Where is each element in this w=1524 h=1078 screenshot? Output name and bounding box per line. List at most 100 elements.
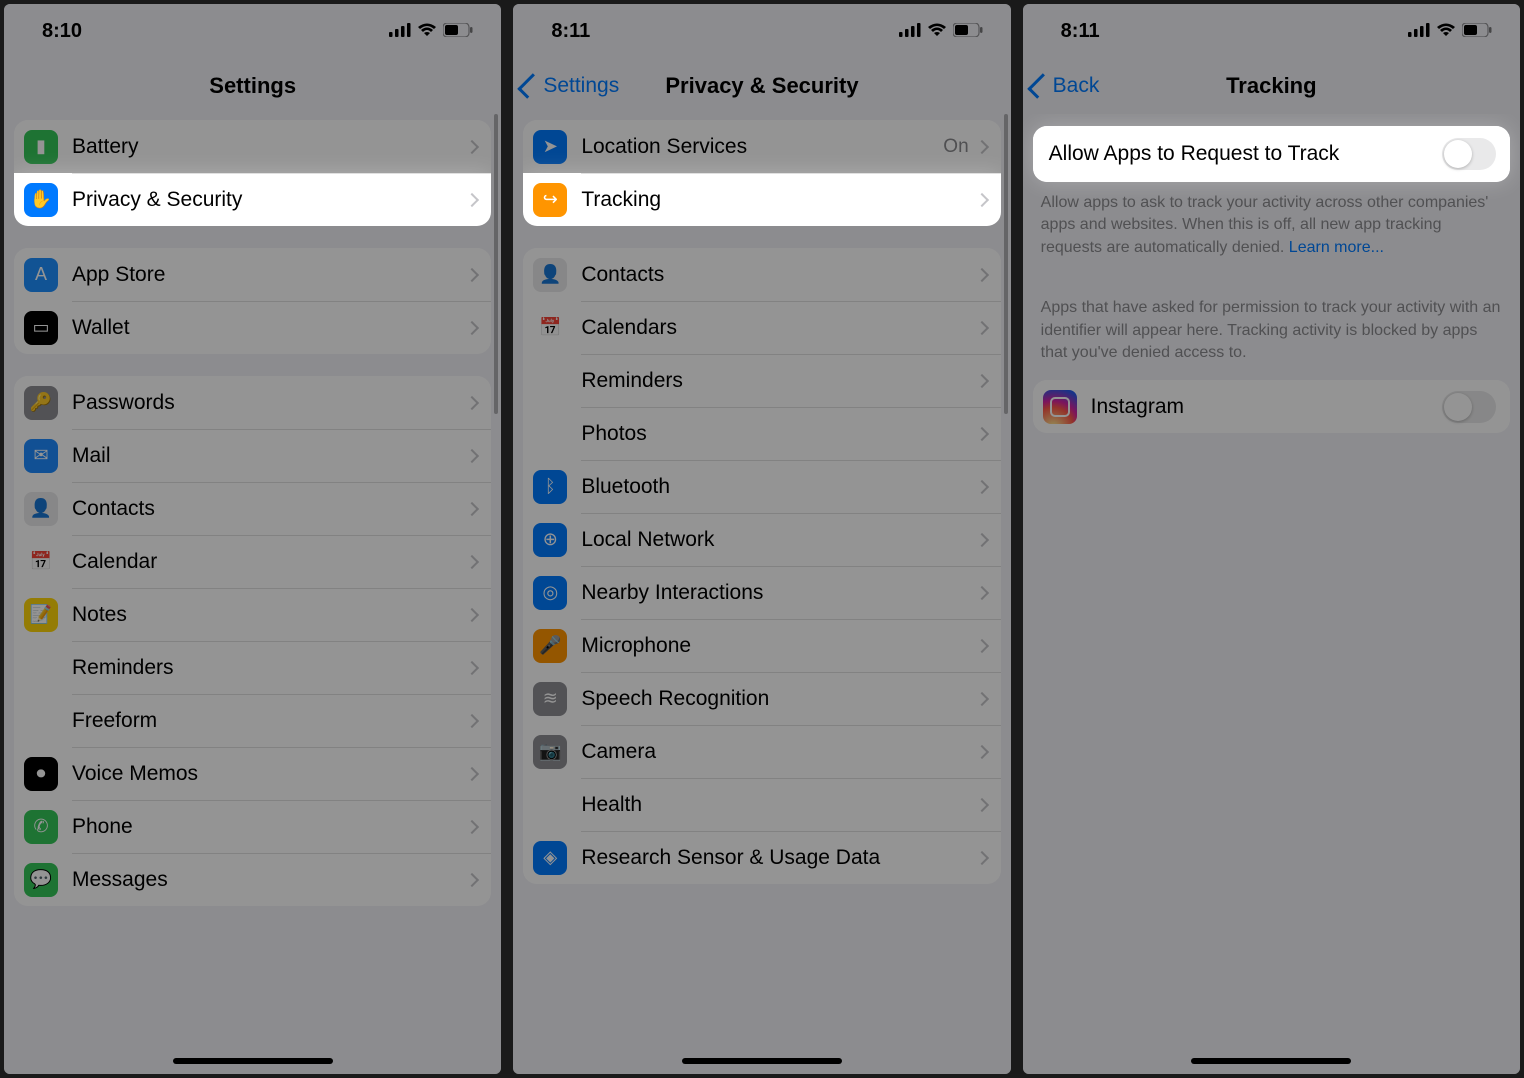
settings-row[interactable]: ◈ Research Sensor & Usage Data bbox=[523, 831, 1000, 884]
chevron-right-icon bbox=[465, 395, 479, 409]
page-title: Tracking bbox=[1226, 73, 1316, 99]
status-bar: 8:11 bbox=[1023, 4, 1520, 58]
chevron-right-icon bbox=[465, 766, 479, 780]
chevron-right-icon bbox=[465, 713, 479, 727]
row-value: On bbox=[943, 136, 968, 158]
chevron-right-icon bbox=[465, 872, 479, 886]
settings-group: AApp Store▭Wallet bbox=[14, 248, 491, 354]
settings-row[interactable]: 🔑Passwords bbox=[14, 376, 491, 429]
row-label: Local Network bbox=[581, 528, 976, 552]
row-label: Phone bbox=[72, 815, 467, 839]
back-button[interactable]: Settings bbox=[523, 74, 619, 98]
settings-row[interactable]: ⊕ Local Network bbox=[523, 513, 1000, 566]
allow-tracking-toggle[interactable] bbox=[1442, 138, 1496, 170]
settings-row[interactable]: ✿Photos bbox=[523, 407, 1000, 460]
battery-icon bbox=[1462, 20, 1492, 43]
instagram-toggle[interactable] bbox=[1442, 391, 1496, 423]
settings-group: ▮Battery✋Privacy & Security bbox=[14, 120, 491, 226]
row-label: Health bbox=[581, 793, 976, 817]
settings-row[interactable]: ▮Battery bbox=[14, 120, 491, 173]
settings-row[interactable]: ➤Location ServicesOn bbox=[523, 120, 1000, 173]
row-icon: ◎ bbox=[533, 576, 567, 610]
settings-row[interactable]: AApp Store bbox=[14, 248, 491, 301]
settings-row[interactable]: ✆Phone bbox=[14, 800, 491, 853]
footnote-primary: Allow apps to ask to track your activity… bbox=[1023, 182, 1520, 265]
chevron-right-icon bbox=[975, 320, 989, 334]
scroll-indicator[interactable] bbox=[1004, 114, 1008, 414]
back-button[interactable]: Back bbox=[1033, 74, 1100, 98]
allow-tracking-row[interactable]: Allow Apps to Request to Track bbox=[1033, 126, 1510, 182]
row-icon: ✿ bbox=[533, 417, 567, 451]
settings-row[interactable]: 📝Notes bbox=[14, 588, 491, 641]
settings-row[interactable]: ⋮Reminders bbox=[523, 354, 1000, 407]
row-label: Camera bbox=[581, 740, 976, 764]
row-label: Freeform bbox=[72, 709, 467, 733]
row-label: Reminders bbox=[72, 656, 467, 680]
row-icon: ▭ bbox=[24, 311, 58, 345]
chevron-right-icon bbox=[465, 819, 479, 833]
row-icon: A bbox=[24, 258, 58, 292]
row-label: Bluetooth bbox=[581, 475, 976, 499]
screen-privacy: 8:11 Settings Privacy & Security ➤Locati… bbox=[513, 4, 1010, 1074]
row-label: Nearby Interactions bbox=[581, 581, 976, 605]
row-icon: ⊕ bbox=[533, 523, 567, 557]
settings-row[interactable]: ▭Wallet bbox=[14, 301, 491, 354]
settings-row[interactable]: 👤Contacts bbox=[14, 482, 491, 535]
wifi-icon bbox=[1436, 20, 1456, 43]
chevron-right-icon bbox=[975, 797, 989, 811]
scroll-indicator[interactable] bbox=[494, 114, 498, 414]
row-label: Speech Recognition bbox=[581, 687, 976, 711]
settings-row[interactable]: ♥Health bbox=[523, 778, 1000, 831]
wifi-icon bbox=[417, 20, 437, 43]
status-time: 8:10 bbox=[42, 20, 82, 43]
content: ▮Battery✋Privacy & Security AApp Store▭Wa… bbox=[4, 114, 501, 1074]
chevron-right-icon bbox=[975, 638, 989, 652]
row-icon: ◈ bbox=[533, 841, 567, 875]
settings-row[interactable]: 📅Calendar bbox=[14, 535, 491, 588]
row-icon: 📅 bbox=[533, 311, 567, 345]
row-label: Research Sensor & Usage Data bbox=[581, 846, 976, 870]
settings-row[interactable]: ✋Privacy & Security bbox=[14, 173, 491, 226]
chevron-right-icon bbox=[465, 607, 479, 621]
row-icon: ⋮ bbox=[533, 364, 567, 398]
chevron-right-icon bbox=[975, 850, 989, 864]
row-label: Location Services bbox=[581, 135, 943, 159]
home-indicator[interactable] bbox=[173, 1058, 333, 1064]
chevron-right-icon bbox=[465, 267, 479, 281]
settings-row[interactable]: 📷Camera bbox=[523, 725, 1000, 778]
chevron-right-icon bbox=[465, 448, 479, 462]
settings-row[interactable]: 📅Calendars bbox=[523, 301, 1000, 354]
settings-row[interactable]: ∿Freeform bbox=[14, 694, 491, 747]
settings-row[interactable]: 👤Contacts bbox=[523, 248, 1000, 301]
screen-tracking: 8:11 Back Tracking Allow Apps to Request… bbox=[1023, 4, 1520, 1074]
settings-row[interactable]: ᛒBluetooth bbox=[523, 460, 1000, 513]
row-icon: ≋ bbox=[533, 682, 567, 716]
settings-row[interactable]: ⏺Voice Memos bbox=[14, 747, 491, 800]
row-label: Mail bbox=[72, 444, 467, 468]
row-label: Messages bbox=[72, 868, 467, 892]
page-title: Privacy & Security bbox=[665, 73, 858, 99]
chevron-right-icon bbox=[465, 139, 479, 153]
content: Allow Apps to Request to Track Allow app… bbox=[1023, 114, 1520, 1074]
footnote-secondary: Apps that have asked for permission to t… bbox=[1023, 287, 1520, 370]
nav-bar: Back Tracking bbox=[1023, 58, 1520, 114]
settings-row[interactable]: 💬Messages bbox=[14, 853, 491, 906]
settings-row[interactable]: ↪Tracking bbox=[523, 173, 1000, 226]
row-icon: 👤 bbox=[24, 492, 58, 526]
settings-row[interactable]: ✉Mail bbox=[14, 429, 491, 482]
settings-row[interactable]: ≋ Speech Recognition bbox=[523, 672, 1000, 725]
settings-row[interactable]: ⋮ Reminders bbox=[14, 641, 491, 694]
settings-row[interactable]: 🎤Microphone bbox=[523, 619, 1000, 672]
home-indicator[interactable] bbox=[1191, 1058, 1351, 1064]
toggle-label: Allow Apps to Request to Track bbox=[1043, 142, 1442, 166]
nav-bar: Settings Privacy & Security bbox=[513, 58, 1010, 114]
status-time: 8:11 bbox=[551, 20, 590, 43]
settings-row[interactable]: ◎ Nearby Interactions bbox=[523, 566, 1000, 619]
row-icon: 🔑 bbox=[24, 386, 58, 420]
row-icon: ⋮ bbox=[24, 651, 58, 685]
status-bar: 8:10 bbox=[4, 4, 501, 58]
cellular-icon bbox=[1408, 20, 1430, 43]
learn-more-link[interactable]: Learn more... bbox=[1289, 239, 1384, 256]
app-row-instagram[interactable]: Instagram bbox=[1033, 380, 1510, 433]
home-indicator[interactable] bbox=[682, 1058, 842, 1064]
